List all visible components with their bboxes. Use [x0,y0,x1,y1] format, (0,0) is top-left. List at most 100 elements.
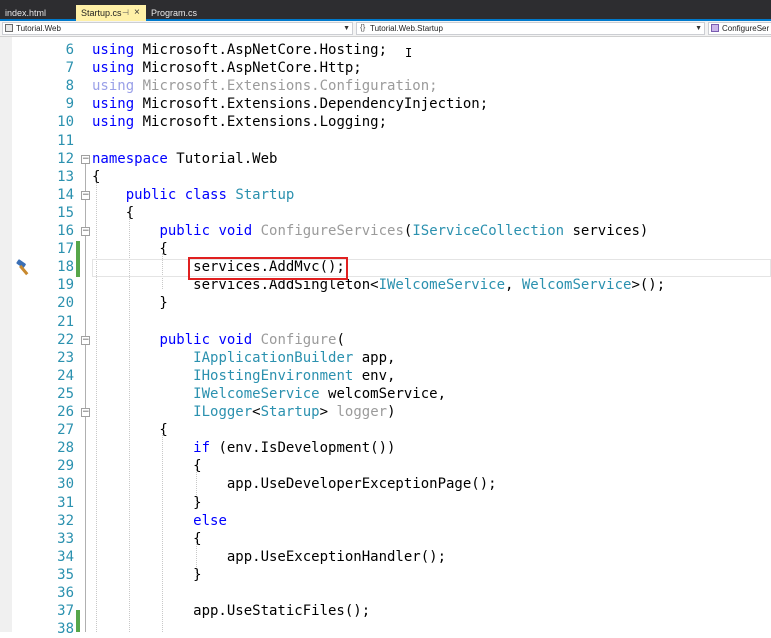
code-text[interactable]: using Microsoft.Extensions.Logging; [92,113,387,131]
method-icon [711,24,719,32]
code-line[interactable]: 38 [0,620,771,638]
code-line[interactable]: 18 services.AddMvc(); [0,258,771,276]
tab-label: index.html [5,8,47,18]
code-line[interactable]: 13 { [0,168,771,186]
code-line[interactable]: 35 } [0,566,771,584]
code-line[interactable]: 25 IWelcomeService welcomService, [0,385,771,403]
code-line[interactable]: 20 } [0,294,771,312]
code-token: { [92,458,202,475]
pin-icon[interactable]: ⊣ [122,5,129,21]
code-token: if [193,440,211,457]
line-number: 38 [57,621,74,638]
code-text[interactable]: { [92,457,202,475]
code-token: Startup [235,186,295,203]
code-token: logger [336,404,388,420]
code-token: IWelcomeService [193,385,320,402]
code-text[interactable]: if (env.IsDevelopment()) [92,439,395,457]
code-token: app.UseStaticFiles(); [92,603,371,620]
code-text[interactable]: } [92,566,201,584]
code-text[interactable]: public void ConfigureServices(IServiceCo… [92,222,648,240]
code-line[interactable]: 29 { [0,457,771,475]
code-text[interactable]: using Microsoft.AspNetCore.Http; [92,59,362,77]
code-text[interactable]: namespace Tutorial.Web [92,150,277,168]
type-dropdown[interactable]: {} Tutorial.Web.Startup ▼ [356,22,705,35]
code-line[interactable]: 23 IApplicationBuilder app, [0,349,771,367]
hammer-icon[interactable] [14,258,34,278]
tab-startup-cs[interactable]: Startup.cs ⊣ × [76,5,146,21]
code-line[interactable]: 10 using Microsoft.Extensions.Logging; [0,113,771,131]
code-text[interactable]: app.UseExceptionHandler(); [92,548,446,566]
code-token: env, [353,367,396,384]
code-line[interactable]: 8 using Microsoft.Extensions.Configuratio… [0,77,771,95]
code-token: IApplicationBuilder [193,349,354,366]
i-beam-cursor-icon: I [405,46,413,60]
code-line[interactable]: 9 using Microsoft.Extensions.DependencyIn… [0,95,771,113]
member-dropdown[interactable]: ConfigureSer [708,22,771,35]
line-number: 20 [57,295,74,312]
code-line[interactable]: 34 app.UseExceptionHandler(); [0,548,771,566]
code-text[interactable]: } [92,294,167,312]
member-dropdown-value: ConfigureSer [722,24,770,33]
code-text[interactable]: else [92,512,227,530]
code-line[interactable]: 17 { [0,240,771,258]
code-token: { [92,204,135,221]
code-line[interactable]: 37 app.UseStaticFiles(); [0,602,771,620]
code-text[interactable]: { [92,204,134,222]
type-dropdown-value: Tutorial.Web.Startup [370,24,443,33]
code-editor[interactable]: − − − − − 6 using Microsoft.AspNetCore.Ho… [0,37,771,637]
code-line[interactable]: 27 { [0,421,771,439]
code-token: ( [336,331,345,348]
code-line[interactable]: 11 [0,132,771,150]
code-text[interactable]: services.AddSingleton<IWelcomeService, W… [92,276,665,294]
code-text[interactable]: using Microsoft.AspNetCore.Hosting; [92,41,387,59]
code-token: Microsoft.Extensions.Logging; [134,114,388,131]
code-line[interactable]: 21 [0,313,771,331]
code-text[interactable]: { [92,530,201,548]
code-text[interactable]: } [92,494,201,512]
code-text[interactable]: app.UseDeveloperExceptionPage(); [92,475,497,493]
document-tab-strip: index.html Startup.cs ⊣ × Program.cs [0,0,771,21]
line-number: 23 [57,349,74,366]
code-line[interactable]: 12 namespace Tutorial.Web [0,150,771,168]
project-dropdown[interactable]: Tutorial.Web ▼ [2,22,353,35]
code-text[interactable]: ILogger<Startup> logger) [92,403,395,421]
code-line[interactable]: 24 IHostingEnvironment env, [0,367,771,385]
code-text[interactable]: public class Startup [92,186,295,204]
code-line[interactable]: 33 { [0,530,771,548]
code-line[interactable]: 19 services.AddSingleton<IWelcomeService… [0,276,771,294]
line-number: 13 [57,168,74,185]
code-token: < [252,404,261,420]
code-text[interactable]: IApplicationBuilder app, [92,349,395,367]
code-text[interactable]: using Microsoft.Extensions.DependencyInj… [92,95,488,113]
code-token: app, [353,349,396,366]
code-text[interactable]: { [92,240,167,258]
code-line[interactable]: 6 using Microsoft.AspNetCore.Hosting; [0,41,771,59]
code-line[interactable]: 32 else [0,512,771,530]
code-text[interactable]: public void Configure( [92,331,345,349]
code-token: , [505,277,522,294]
code-text[interactable]: IHostingEnvironment env, [92,367,395,385]
code-text[interactable]: IWelcomeService welcomService, [92,385,446,403]
code-token: using [92,114,135,131]
code-line[interactable]: 16 public void ConfigureServices(IServic… [0,222,771,240]
code-line[interactable]: 15 { [0,204,771,222]
line-number: 16 [57,223,74,239]
code-line[interactable]: 26 ILogger<Startup> logger) [0,403,771,421]
code-token: services) [564,223,649,239]
code-line[interactable]: 28 if (env.IsDevelopment()) [0,439,771,457]
code-line[interactable]: 30 app.UseDeveloperExceptionPage(); [0,475,771,493]
code-line[interactable]: 14 public class Startup [0,186,771,204]
code-token: app.UseExceptionHandler(); [92,548,447,565]
code-text[interactable]: { [92,421,167,439]
tab-index-html[interactable]: index.html [0,5,76,21]
code-line[interactable]: 7 using Microsoft.AspNetCore.Http; [0,59,771,77]
code-line[interactable]: 36 [0,584,771,602]
close-icon[interactable]: × [134,5,140,21]
code-line[interactable]: 31 } [0,494,771,512]
code-text[interactable]: using Microsoft.Extensions.Configuration… [92,77,438,95]
tab-program-cs[interactable]: Program.cs [146,5,216,21]
code-text[interactable]: { [92,168,100,186]
code-text[interactable]: app.UseStaticFiles(); [92,602,370,620]
code-line[interactable]: 22 public void Configure( [0,331,771,349]
